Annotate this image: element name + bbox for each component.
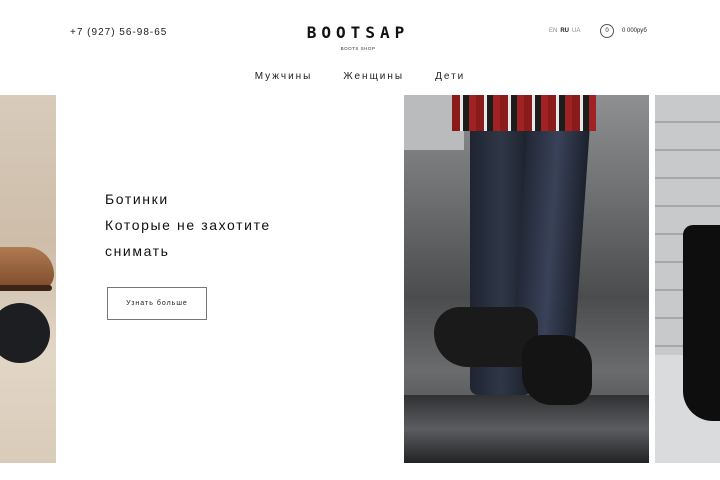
learn-more-button[interactable]: Узнать больше [107,287,207,320]
phone-number[interactable]: +7 (927) 56-98-65 [70,27,167,38]
nav-item-men[interactable]: Мужчины [255,71,313,82]
nav-item-kids[interactable]: Дети [435,71,465,82]
hero-image-right [655,95,720,463]
hero-title: Ботинки Которые не захотите снимать [105,186,271,264]
logo-subtitle: BOOTS SHOP [340,46,376,51]
main-nav: Мужчины Женщины Дети [0,71,720,82]
language-en[interactable]: EN [549,28,557,34]
logo-wordmark: BOOTSAP [306,23,410,42]
hero-title-line-3: снимать [105,243,170,259]
language-ua[interactable]: UA [572,28,580,34]
logo[interactable]: BOOTSAP BOOTS SHOP [290,23,426,52]
black-heel-boot-image [683,225,720,421]
hero-image-left [0,95,56,463]
cart-total[interactable]: 0 000руб [622,28,647,34]
hero-image-middle [404,95,649,463]
language-ru[interactable]: RU [560,28,569,34]
hero-title-line-2: Которые не захотите [105,217,271,233]
hero-title-line-1: Ботинки [105,191,169,207]
nav-item-women[interactable]: Женщины [343,71,404,82]
language-switcher: EN RU UA [549,28,580,34]
plaid-shirt-image [452,95,596,131]
cart-count-badge[interactable]: 0 [600,24,614,38]
